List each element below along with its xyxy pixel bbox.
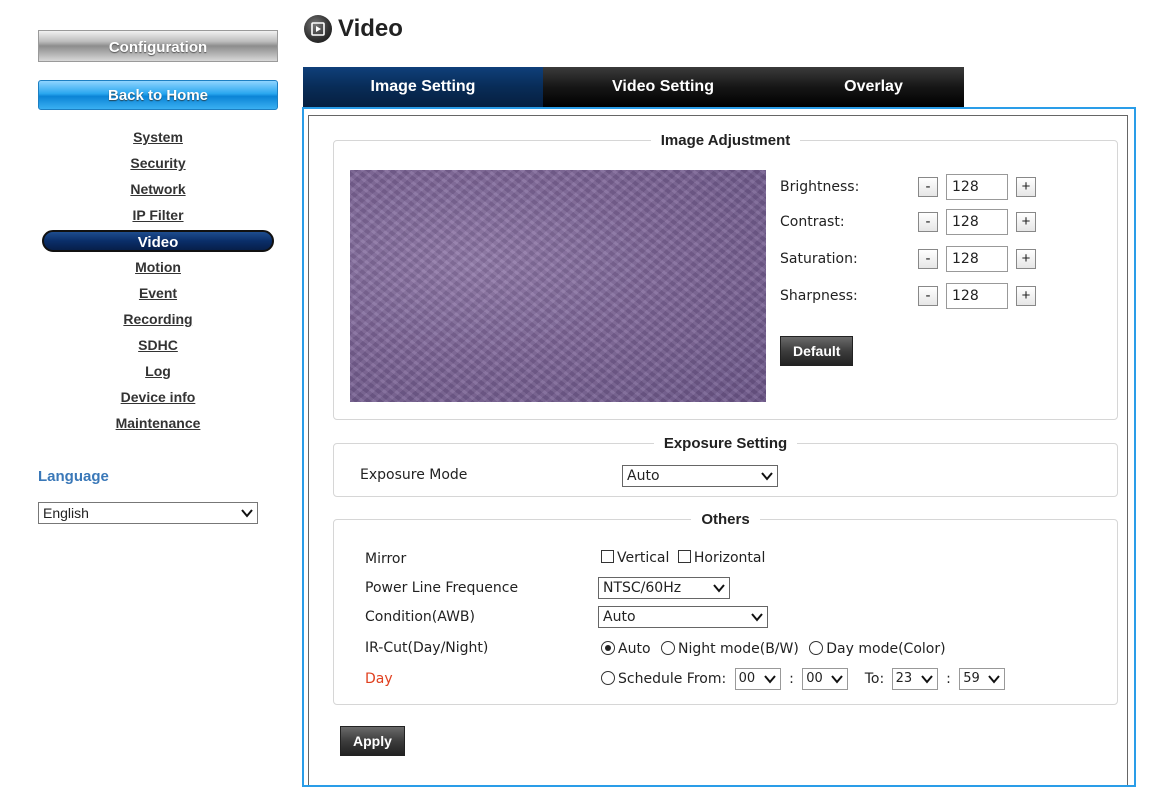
- image-adjustment-legend: Image Adjustment: [660, 132, 791, 149]
- sidebar-item-ip-filter[interactable]: IP Filter: [48, 202, 268, 228]
- tab-bar: Image Setting Video Setting Overlay: [303, 67, 964, 107]
- saturation-increase-button[interactable]: +: [1016, 249, 1036, 269]
- sidebar-item-system[interactable]: System: [48, 124, 268, 150]
- sidebar: Configuration Back to Home System Securi…: [0, 0, 300, 773]
- apply-button[interactable]: Apply: [340, 726, 405, 756]
- saturation-label: Saturation:: [780, 251, 858, 267]
- back-to-home-button[interactable]: Back to Home: [38, 80, 278, 110]
- others-legend: Others: [701, 511, 750, 528]
- chevron-down-icon: [763, 675, 776, 684]
- sidebar-item-device-info[interactable]: Device info: [48, 384, 268, 410]
- chevron-down-icon: [241, 509, 253, 518]
- schedule-row: Schedule From: 00 : 00 To: 23 : 59: [601, 668, 1006, 690]
- sharpness-input[interactable]: 128: [946, 283, 1008, 309]
- saturation-decrease-button[interactable]: -: [918, 249, 938, 269]
- brightness-label: Brightness:: [780, 179, 860, 195]
- schedule-to-hour-select[interactable]: 23: [891, 668, 938, 690]
- exposure-mode-select[interactable]: Auto: [622, 465, 778, 487]
- schedule-from-hour-value: 00: [738, 671, 756, 686]
- tab-overlay[interactable]: Overlay: [783, 67, 964, 107]
- chevron-down-icon: [713, 584, 725, 593]
- sidebar-item-maintenance[interactable]: Maintenance: [48, 410, 268, 436]
- ircut-auto-label: Auto: [618, 641, 651, 657]
- power-line-label: Power Line Frequence: [365, 580, 519, 596]
- contrast-input[interactable]: 128: [946, 209, 1008, 235]
- sidebar-item-recording[interactable]: Recording: [48, 306, 268, 332]
- sidebar-item-sdhc[interactable]: SDHC: [48, 332, 268, 358]
- contrast-row: Contrast: - 128 +: [780, 209, 1036, 235]
- day-label: Day: [365, 671, 393, 687]
- chevron-down-icon: [988, 675, 1001, 684]
- ircut-night-radio[interactable]: [660, 641, 675, 655]
- sidebar-item-network[interactable]: Network: [48, 176, 268, 202]
- sharpness-decrease-button[interactable]: -: [918, 286, 938, 306]
- mirror-vertical-label: Vertical: [617, 550, 670, 566]
- saturation-input[interactable]: 128: [946, 246, 1008, 272]
- language-select[interactable]: English: [38, 502, 258, 524]
- film-icon: [304, 15, 332, 43]
- video-preview-image: [350, 170, 766, 402]
- tab-image-setting[interactable]: Image Setting: [303, 67, 543, 107]
- language-label: Language: [38, 468, 109, 485]
- sharpness-label: Sharpness:: [780, 288, 858, 304]
- mirror-options: Vertical Horizontal: [601, 550, 765, 566]
- brightness-row: Brightness: - 128 +: [780, 174, 1036, 200]
- schedule-from-label: Schedule From:: [618, 671, 727, 687]
- ircut-day-radio[interactable]: [809, 641, 824, 655]
- awb-label: Condition(AWB): [365, 609, 475, 625]
- configuration-header: Configuration: [38, 30, 278, 62]
- saturation-row: Saturation: - 128 +: [780, 246, 1036, 272]
- chevron-down-icon: [751, 613, 763, 622]
- ircut-day-label: Day mode(Color): [826, 641, 946, 657]
- sidebar-item-log[interactable]: Log: [48, 358, 268, 384]
- schedule-from-minute-select[interactable]: 00: [802, 668, 849, 690]
- schedule-to-colon: :: [946, 671, 951, 687]
- tab-video-setting[interactable]: Video Setting: [543, 67, 783, 107]
- chevron-down-icon: [831, 675, 844, 684]
- power-line-value: NTSC/60Hz: [603, 580, 682, 596]
- exposure-setting-legend: Exposure Setting: [663, 435, 788, 452]
- chevron-down-icon: [920, 675, 933, 684]
- page-title-text: Video: [338, 15, 403, 42]
- mirror-label: Mirror: [365, 551, 407, 567]
- schedule-to-label: To:: [864, 671, 885, 687]
- ircut-night-label: Night mode(B/W): [677, 641, 799, 657]
- contrast-label: Contrast:: [780, 214, 845, 230]
- ircut-label: IR-Cut(Day/Night): [365, 640, 489, 656]
- sidebar-item-motion[interactable]: Motion: [48, 254, 268, 280]
- exposure-mode-label: Exposure Mode: [360, 467, 468, 483]
- brightness-increase-button[interactable]: +: [1016, 177, 1036, 197]
- awb-value: Auto: [603, 609, 636, 625]
- schedule-to-hour-value: 23: [895, 671, 913, 686]
- schedule-from-minute-value: 00: [806, 671, 823, 686]
- ircut-options: Auto Night mode(B/W) Day mode(Color): [601, 641, 946, 657]
- contrast-decrease-button[interactable]: -: [918, 212, 938, 232]
- awb-select[interactable]: Auto: [598, 606, 768, 628]
- sidebar-nav: System Security Network IP Filter Video …: [42, 124, 274, 436]
- schedule-to-minute-select[interactable]: 59: [959, 668, 1006, 690]
- sidebar-item-video[interactable]: Video: [42, 230, 274, 252]
- ircut-schedule-radio[interactable]: [601, 671, 615, 685]
- page-title: Video: [304, 12, 403, 46]
- schedule-from-hour-select[interactable]: 00: [734, 668, 781, 690]
- chevron-down-icon: [761, 472, 773, 481]
- schedule-to-minute-value: 59: [963, 671, 980, 686]
- mirror-horizontal-checkbox[interactable]: [677, 550, 691, 563]
- brightness-decrease-button[interactable]: -: [918, 177, 938, 197]
- ircut-auto-radio[interactable]: [601, 641, 615, 655]
- default-button[interactable]: Default: [780, 336, 854, 366]
- contrast-increase-button[interactable]: +: [1016, 212, 1036, 232]
- sharpness-increase-button[interactable]: +: [1016, 286, 1036, 306]
- exposure-mode-value: Auto: [627, 468, 660, 484]
- sidebar-item-event[interactable]: Event: [48, 280, 268, 306]
- schedule-from-colon: :: [789, 671, 794, 687]
- sidebar-item-security[interactable]: Security: [48, 150, 268, 176]
- power-line-select[interactable]: NTSC/60Hz: [598, 577, 730, 599]
- sharpness-row: Sharpness: - 128 +: [780, 283, 1036, 309]
- brightness-input[interactable]: 128: [946, 174, 1008, 200]
- mirror-horizontal-label: Horizontal: [693, 550, 766, 566]
- mirror-vertical-checkbox[interactable]: [601, 550, 614, 563]
- language-select-value: English: [43, 505, 89, 521]
